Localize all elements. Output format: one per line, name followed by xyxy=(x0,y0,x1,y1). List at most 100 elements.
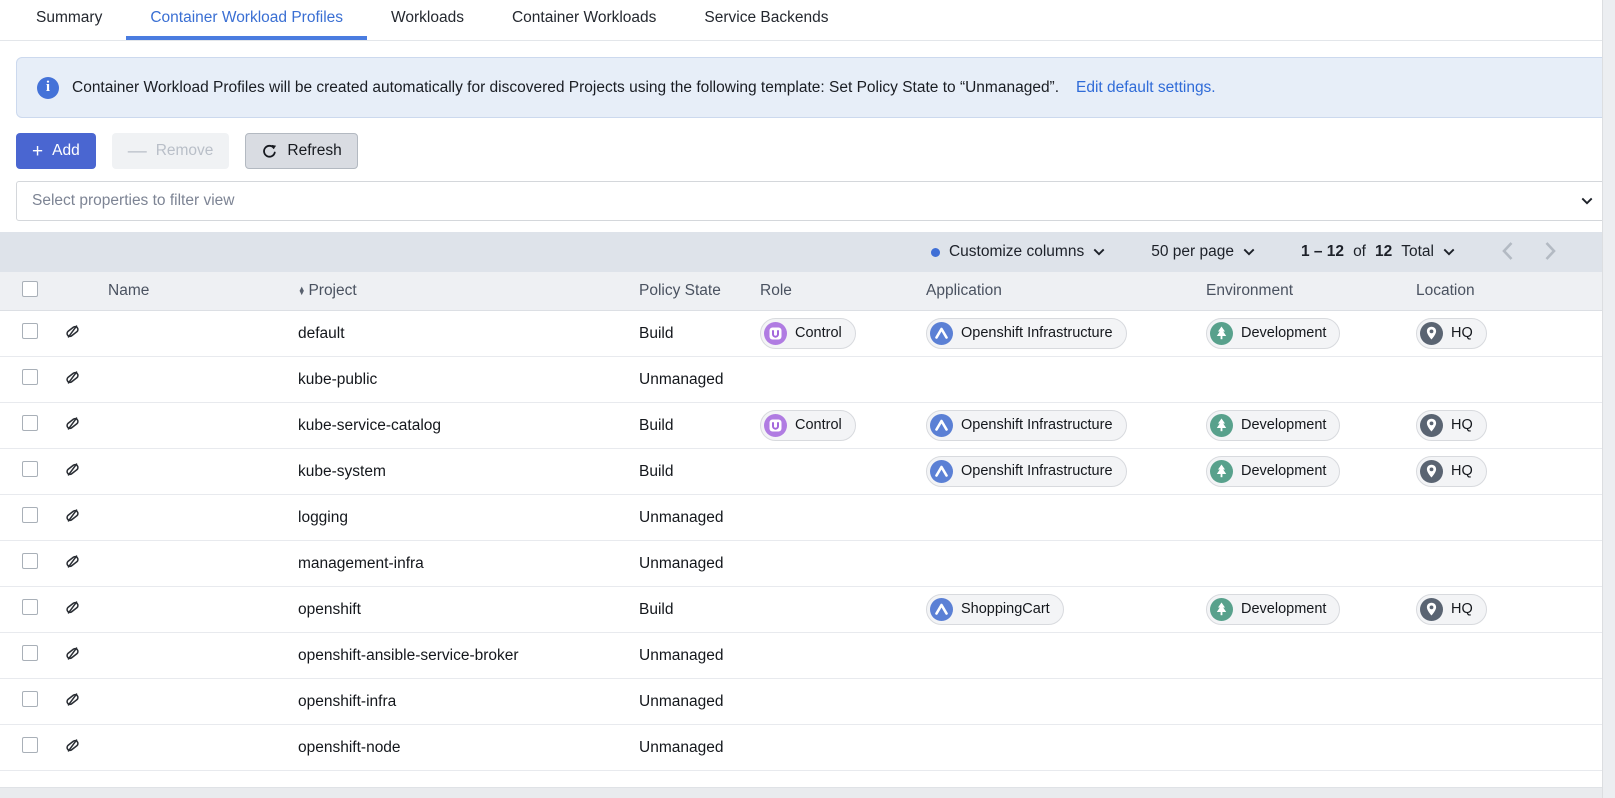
cell-project: kube-public xyxy=(298,371,639,389)
info-icon: i xyxy=(37,77,59,99)
row-checkbox[interactable] xyxy=(22,645,38,661)
location-badge-label: HQ xyxy=(1451,463,1473,479)
environment-badge-label: Development xyxy=(1241,417,1326,433)
environment-badge: Development xyxy=(1206,410,1340,441)
cell-policy-state: Build xyxy=(639,463,760,481)
chevron-down-icon xyxy=(1243,248,1255,256)
role-badge: Control xyxy=(760,410,856,441)
application-icon xyxy=(930,460,953,483)
role-badge-label: Control xyxy=(795,325,842,341)
pagination-total-dropdown[interactable]: 1 – 12 of 12 Total xyxy=(1301,243,1455,261)
pager xyxy=(1501,241,1557,264)
application-icon xyxy=(930,322,953,345)
select-all-checkbox[interactable] xyxy=(22,281,38,297)
tag-slash-icon xyxy=(62,689,83,710)
column-header-role: Role xyxy=(760,282,926,300)
column-header-name: Name xyxy=(108,282,298,300)
row-checkbox[interactable] xyxy=(22,507,38,523)
next-page-button[interactable] xyxy=(1544,241,1557,264)
role-badge: Control xyxy=(760,318,856,349)
application-icon xyxy=(930,598,953,621)
filter-select[interactable]: Select properties to filter view xyxy=(16,181,1609,221)
column-header-policy-state: Policy State xyxy=(639,282,760,300)
application-badge-label: ShoppingCart xyxy=(961,601,1050,617)
sort-icon: ▲▼ xyxy=(298,287,305,296)
cell-project: kube-system xyxy=(298,463,639,481)
map-pin-icon xyxy=(1420,322,1443,345)
tab-bar: Summary Container Workload Profiles Work… xyxy=(0,0,1615,41)
edit-default-settings-link[interactable]: Edit default settings. xyxy=(1076,79,1216,97)
role-badge-label: Control xyxy=(795,417,842,433)
info-banner: i Container Workload Profiles will be cr… xyxy=(16,57,1609,118)
location-badge-label: HQ xyxy=(1451,417,1473,433)
row-checkbox[interactable] xyxy=(22,599,38,615)
cell-policy-state: Unmanaged xyxy=(639,555,760,573)
location-badge-label: HQ xyxy=(1451,325,1473,341)
list-controls-bar: Customize columns 50 per page 1 – 12 of … xyxy=(0,232,1615,272)
tag-slash-icon xyxy=(62,643,83,664)
location-badge-label: HQ xyxy=(1451,601,1473,617)
cell-project: openshift-node xyxy=(298,739,639,757)
column-header-project: Project xyxy=(308,282,356,300)
actions-toolbar: + Add — Remove Refresh xyxy=(16,133,1599,169)
application-badge-label: Openshift Infrastructure xyxy=(961,417,1113,433)
tree-icon xyxy=(1210,322,1233,345)
column-header-project-sort[interactable]: ▲▼ Project xyxy=(298,282,639,300)
location-badge: HQ xyxy=(1416,410,1487,441)
remove-button-label: Remove xyxy=(156,142,214,160)
prev-page-button[interactable] xyxy=(1501,241,1514,264)
add-button[interactable]: + Add xyxy=(16,133,96,169)
row-checkbox[interactable] xyxy=(22,323,38,339)
cell-policy-state: Build xyxy=(639,325,760,343)
row-checkbox[interactable] xyxy=(22,691,38,707)
chevron-left-icon xyxy=(1501,241,1514,261)
scrollbar-rail[interactable] xyxy=(1602,0,1615,798)
row-checkbox[interactable] xyxy=(22,369,38,385)
add-button-label: Add xyxy=(52,142,80,160)
tab-workloads[interactable]: Workloads xyxy=(367,0,488,40)
chevron-right-icon xyxy=(1544,241,1557,261)
location-badge: HQ xyxy=(1416,318,1487,349)
banner-text: Container Workload Profiles will be crea… xyxy=(72,79,1059,97)
map-pin-icon xyxy=(1420,414,1443,437)
map-pin-icon xyxy=(1420,460,1443,483)
chevron-down-icon xyxy=(1093,248,1105,256)
table-row: management-infra Unmanaged xyxy=(0,541,1615,587)
tab-container-workloads[interactable]: Container Workloads xyxy=(488,0,680,40)
environment-badge-label: Development xyxy=(1241,325,1326,341)
refresh-button-label: Refresh xyxy=(287,142,341,160)
per-page-dropdown[interactable]: 50 per page xyxy=(1151,243,1255,261)
table-row: openshift-ansible-service-broker Unmanag… xyxy=(0,633,1615,679)
plus-icon: + xyxy=(32,142,43,161)
cell-project: logging xyxy=(298,509,639,527)
customize-columns-dropdown[interactable]: Customize columns xyxy=(931,243,1105,261)
cell-policy-state: Unmanaged xyxy=(639,647,760,665)
row-checkbox[interactable] xyxy=(22,415,38,431)
of-label: of xyxy=(1353,243,1366,261)
tree-icon xyxy=(1210,460,1233,483)
row-checkbox[interactable] xyxy=(22,553,38,569)
tab-service-backends[interactable]: Service Backends xyxy=(680,0,852,40)
tag-slash-icon xyxy=(62,321,83,342)
application-icon xyxy=(930,414,953,437)
environment-badge: Development xyxy=(1206,594,1340,625)
table-row: kube-public Unmanaged xyxy=(0,357,1615,403)
cell-policy-state: Unmanaged xyxy=(639,509,760,527)
cell-project: openshift-infra xyxy=(298,693,639,711)
tag-slash-icon xyxy=(62,551,83,572)
row-checkbox[interactable] xyxy=(22,737,38,753)
tab-summary[interactable]: Summary xyxy=(12,0,126,40)
customize-columns-label: Customize columns xyxy=(949,243,1084,261)
row-checkbox[interactable] xyxy=(22,461,38,477)
refresh-button[interactable]: Refresh xyxy=(245,133,357,169)
table-header: Name ▲▼ Project Policy State Role Applic… xyxy=(0,272,1615,311)
cell-project: kube-service-catalog xyxy=(298,417,639,435)
bottom-strip xyxy=(0,787,1615,798)
tag-slash-icon xyxy=(62,597,83,618)
application-badge: Openshift Infrastructure xyxy=(926,410,1127,441)
map-pin-icon xyxy=(1420,598,1443,621)
environment-badge-label: Development xyxy=(1241,601,1326,617)
total-label: Total xyxy=(1401,243,1434,261)
tab-container-workload-profiles[interactable]: Container Workload Profiles xyxy=(126,0,367,40)
remove-button[interactable]: — Remove xyxy=(112,133,230,169)
